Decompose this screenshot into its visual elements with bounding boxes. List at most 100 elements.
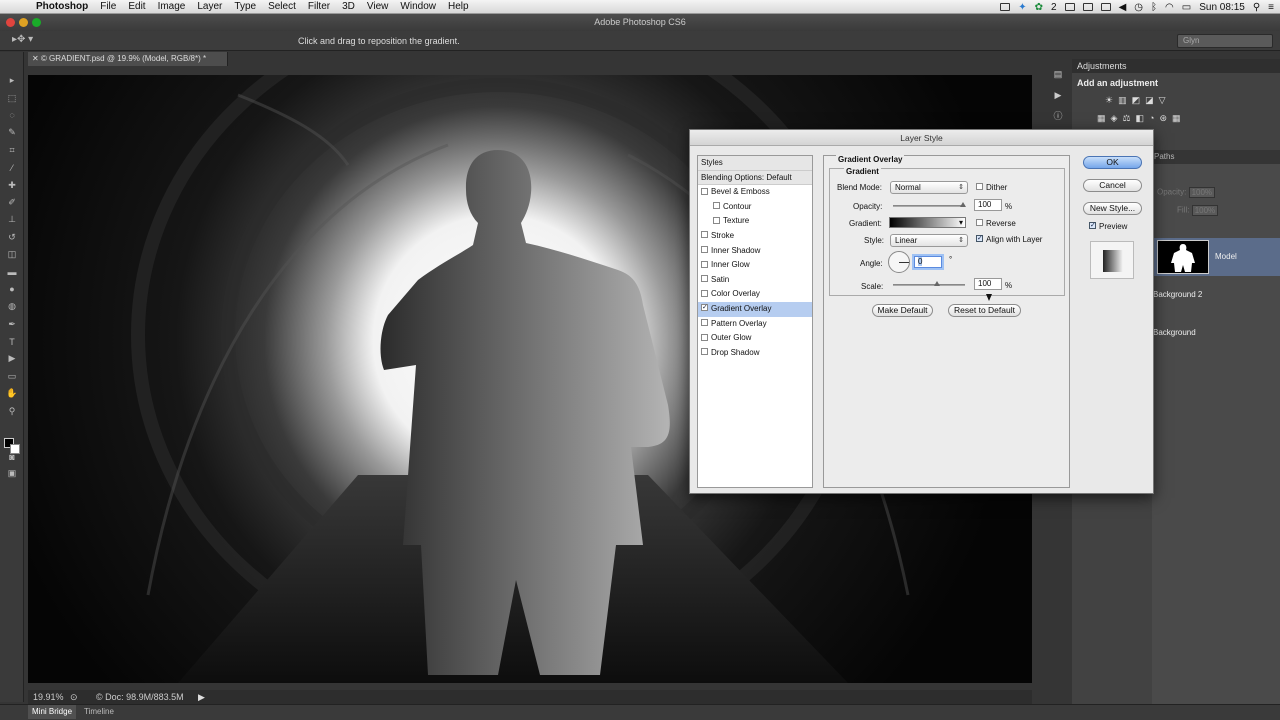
battery-icon[interactable]: ▭ [1182, 2, 1191, 13]
style-item-checkbox[interactable] [713, 216, 720, 224]
style-item-inner-glow[interactable]: Inner Glow [698, 258, 812, 273]
zoom-level[interactable]: 19.91% [33, 690, 64, 704]
opacity-input[interactable]: 100 [974, 199, 1002, 211]
adjustments-tab[interactable]: Adjustments [1072, 59, 1280, 73]
style-item-checkbox[interactable] [701, 260, 708, 268]
tab-timeline[interactable]: Timeline [80, 705, 118, 719]
eraser-tool-icon[interactable]: ◫ [0, 246, 24, 263]
photo-filter-icon[interactable]: ◔ [1149, 113, 1154, 124]
pen-tool-icon[interactable]: ✒ [0, 315, 24, 332]
blur-tool-icon[interactable]: ● [0, 281, 24, 298]
clock-text[interactable]: Sun 08:15 [1199, 2, 1245, 13]
scale-input[interactable]: 100 [974, 278, 1002, 290]
layer-row-background[interactable]: Background [1152, 314, 1280, 352]
style-item-gradient-overlay[interactable]: ✓ Gradient Overlay [698, 301, 812, 317]
reset-to-default-button[interactable]: Reset to Default [948, 304, 1021, 317]
menu-view[interactable]: View [361, 1, 395, 12]
type-tool-icon[interactable]: T [0, 333, 24, 350]
bw-icon[interactable]: ◧ [1136, 113, 1145, 124]
ok-button[interactable]: OK [1083, 156, 1142, 169]
layer-fill-input[interactable]: 100% [1191, 205, 1218, 216]
channel-mixer-icon[interactable]: ⊛ [1159, 113, 1167, 124]
healing-tool-icon[interactable]: ✚ [0, 176, 24, 193]
paths-tab[interactable]: Paths [1152, 150, 1280, 164]
style-select[interactable]: Linear ⇕ [890, 234, 968, 247]
style-item-pattern-overlay[interactable]: Pattern Overlay [698, 317, 812, 332]
crop-tool-icon[interactable]: ⌗ [0, 142, 24, 159]
curves-icon[interactable]: ◩ [1132, 95, 1141, 106]
make-default-button[interactable]: Make Default [872, 304, 933, 317]
style-item-color-overlay[interactable]: Color Overlay [698, 287, 812, 302]
blending-options-item[interactable]: Blending Options: Default [698, 170, 812, 186]
volume-icon[interactable]: ◀ [1119, 2, 1127, 13]
style-item-checkbox[interactable] [701, 318, 708, 326]
style-item-outer-glow[interactable]: Outer Glow [698, 331, 812, 346]
menu-type[interactable]: Type [228, 1, 262, 12]
reverse-check-icon[interactable] [976, 219, 983, 227]
stamp-tool-icon[interactable]: ⊥ [0, 211, 24, 228]
styles-header[interactable]: Styles [698, 156, 812, 171]
dither-checkbox[interactable]: Dither [976, 183, 1007, 192]
gradient-picker[interactable] [889, 217, 966, 228]
preview-checkbox[interactable]: ✓ Preview [1089, 222, 1127, 231]
style-item-satin[interactable]: Satin [698, 273, 812, 288]
style-item-texture[interactable]: Texture [698, 214, 812, 229]
marquee-tool-icon[interactable]: ⬚ [0, 89, 24, 106]
gradient-tool-icon[interactable]: ▬ [0, 263, 24, 280]
align-check-icon[interactable]: ✓ [976, 235, 983, 243]
opacity-slider[interactable] [893, 202, 966, 207]
style-item-checkbox[interactable] [701, 348, 708, 356]
hand-tool-icon[interactable]: ✋ [0, 385, 24, 402]
menu-file[interactable]: File [94, 1, 122, 12]
chart-icon[interactable] [1082, 3, 1093, 11]
close-window-button[interactable] [6, 18, 15, 27]
gradient-dropdown-icon[interactable]: ▾ [959, 218, 963, 227]
dock-actions-icon[interactable]: ▶ [1048, 86, 1068, 104]
move-tool-icon[interactable]: ▸ [0, 72, 24, 89]
style-item-checkbox[interactable] [701, 231, 708, 239]
background-color-swatch[interactable] [10, 444, 20, 454]
dither-check-icon[interactable] [976, 183, 983, 191]
opacity-slider-knob[interactable] [960, 202, 966, 207]
preview-check-icon[interactable]: ✓ [1089, 222, 1096, 230]
blend-mode-select[interactable]: Normal ⇕ [890, 181, 968, 194]
layer-row-background-2[interactable]: Background 2 [1152, 276, 1280, 314]
menu-filter[interactable]: Filter [302, 1, 336, 12]
hue-icon[interactable]: ◈ [1111, 113, 1118, 124]
dock-history-icon[interactable]: ▤ [1048, 65, 1068, 83]
layer-row-model[interactable]: Model [1152, 238, 1280, 276]
angle-input[interactable]: 0 [914, 256, 942, 268]
style-item-checkbox[interactable] [701, 275, 708, 283]
history-brush-tool-icon[interactable]: ↺ [0, 229, 24, 246]
screen-icon[interactable] [1000, 3, 1011, 11]
style-item-stroke[interactable]: Stroke [698, 229, 812, 244]
status-count[interactable]: 2 [1051, 2, 1057, 13]
document-tab[interactable]: ✕ © GRADIENT.psd @ 19.9% (Model, RGB/8*)… [28, 52, 228, 66]
menu-edit[interactable]: Edit [122, 1, 151, 12]
zoom-tool-icon[interactable]: ⚲ [0, 402, 24, 419]
menu-photoshop[interactable]: Photoshop [30, 1, 94, 12]
menu-3d[interactable]: 3D [336, 1, 361, 12]
eyedropper-tool-icon[interactable]: ⁄ [0, 159, 24, 176]
style-item-contour[interactable]: Contour [698, 200, 812, 215]
sync-icon[interactable]: ✿ [1035, 2, 1043, 13]
photo-icon[interactable] [1100, 3, 1111, 11]
status-menu-arrow-icon[interactable]: ▶ [198, 690, 205, 704]
menu-select[interactable]: Select [262, 1, 302, 12]
style-item-checkbox[interactable]: ✓ [701, 304, 708, 312]
style-item-checkbox[interactable] [701, 245, 708, 253]
style-item-checkbox[interactable] [701, 187, 708, 195]
workspace-select[interactable]: Glyn [1177, 34, 1273, 48]
zoom-icon[interactable]: ⊙ [70, 690, 78, 704]
gradient-map-icon[interactable]: ▽ [1159, 95, 1166, 106]
minimize-window-button[interactable] [19, 18, 28, 27]
dock-info-icon[interactable]: ⓘ [1048, 107, 1068, 125]
menu-window[interactable]: Window [394, 1, 442, 12]
spotlight-icon[interactable]: ⚲ [1253, 2, 1260, 13]
layer-opacity-input[interactable]: 100% [1188, 187, 1215, 198]
scale-slider-knob[interactable] [934, 281, 940, 286]
dodge-tool-icon[interactable]: ◍ [0, 298, 24, 315]
quick-select-tool-icon[interactable]: ✎ [0, 124, 24, 141]
levels-icon[interactable]: ▥ [1118, 95, 1127, 106]
twitter-icon[interactable]: ✦ [1018, 2, 1026, 13]
